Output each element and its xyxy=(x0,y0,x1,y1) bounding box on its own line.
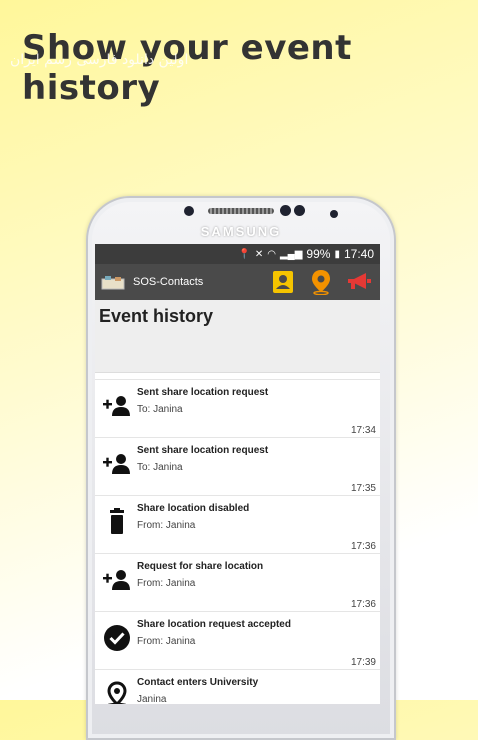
megaphone-icon xyxy=(348,273,371,289)
contact-card-icon xyxy=(273,271,293,293)
event-subtitle: To: Janina xyxy=(137,462,183,473)
event-subtitle: From: Janina xyxy=(137,578,196,589)
watermark-text: اولین دانلود فارسی رسم ایران xyxy=(10,52,189,68)
add-person-icon xyxy=(103,570,130,590)
event-item[interactable]: Contact enters University Janina xyxy=(95,670,380,704)
location-pin-icon xyxy=(312,270,330,295)
event-time: 17:34 xyxy=(350,425,376,436)
event-item[interactable]: Request for share location From: Janina … xyxy=(95,554,380,612)
event-title: Share location request accepted xyxy=(137,619,291,630)
event-subtitle: From: Janina xyxy=(137,636,196,647)
event-subtitle: To: Janina xyxy=(137,404,183,415)
event-title: Share location disabled xyxy=(137,503,250,514)
earpiece-speaker xyxy=(208,208,274,214)
event-title: Request for share location xyxy=(137,561,264,572)
share-location-button[interactable] xyxy=(306,268,336,296)
check-circle-icon xyxy=(104,625,130,651)
location-status-icon: 📍 xyxy=(238,248,251,260)
device-brand: SAMSUNG xyxy=(200,224,282,239)
app-bar: SOS-Contacts xyxy=(95,264,380,300)
event-time: 17:36 xyxy=(350,541,376,552)
event-title: Sent share location request xyxy=(137,387,269,398)
location-target-icon xyxy=(107,681,127,704)
add-person-icon xyxy=(103,396,130,416)
camera-lens xyxy=(330,210,338,218)
event-title: Sent share location request xyxy=(137,445,269,456)
trash-icon xyxy=(110,508,124,534)
event-list: Sent share location request To: Janina 1… xyxy=(95,379,380,704)
event-time: 17:39 xyxy=(350,657,376,668)
contacts-button[interactable] xyxy=(268,268,298,296)
alarm-button[interactable] xyxy=(344,268,374,296)
phone-screen: 📍 ✕ ◠ ▂▄▆ 99% ▮ 17:40 SOS-Contacts Event… xyxy=(95,244,380,704)
event-item[interactable]: Share location request accepted From: Ja… xyxy=(95,612,380,670)
event-subtitle: From: Janina xyxy=(137,520,196,531)
event-item[interactable]: Sent share location request To: Janina 1… xyxy=(95,438,380,496)
page-title: Event history xyxy=(99,306,214,326)
mute-icon: ✕ xyxy=(254,248,264,260)
battery-icon: ▮ xyxy=(334,248,340,260)
page-header: Event history xyxy=(95,300,380,373)
event-time: 17:36 xyxy=(350,599,376,610)
event-item[interactable]: Sent share location request To: Janina 1… xyxy=(95,380,380,438)
event-subtitle: Janina xyxy=(137,694,167,704)
app-title: SOS-Contacts xyxy=(133,276,204,288)
wifi-icon: ◠ xyxy=(267,248,276,260)
battery-percent: 99% xyxy=(306,247,331,261)
promo-headline: Show your event history xyxy=(22,28,352,108)
event-title: Contact enters University xyxy=(137,677,259,688)
front-camera-icon xyxy=(280,205,291,216)
light-sensor xyxy=(294,205,305,216)
add-person-icon xyxy=(103,454,130,474)
event-time: 17:35 xyxy=(350,483,376,494)
status-bar: 📍 ✕ ◠ ▂▄▆ 99% ▮ 17:40 xyxy=(95,244,380,264)
proximity-sensor xyxy=(184,206,194,216)
status-time: 17:40 xyxy=(343,247,374,261)
signal-icon: ▂▄▆ xyxy=(279,248,303,260)
event-item[interactable]: Share location disabled From: Janina 17:… xyxy=(95,496,380,554)
app-logo-icon xyxy=(101,276,125,290)
